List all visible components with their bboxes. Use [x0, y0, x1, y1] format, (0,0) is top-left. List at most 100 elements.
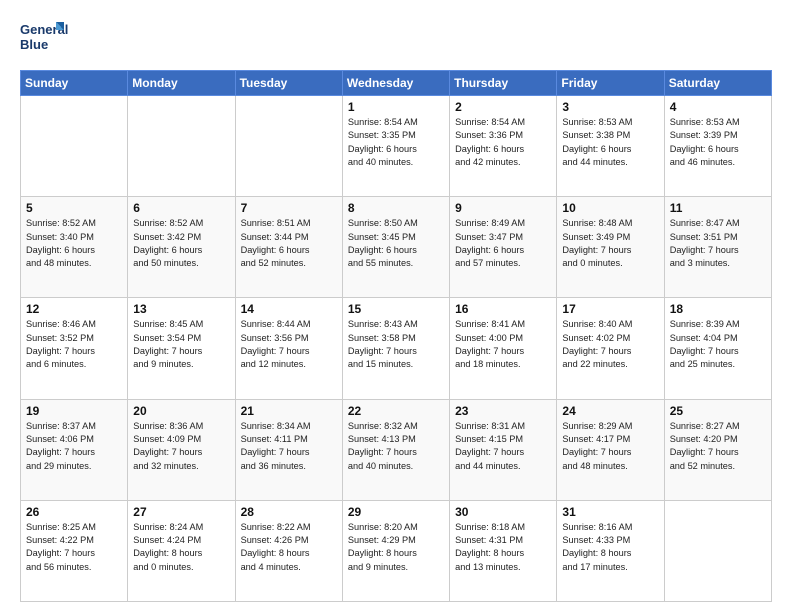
day-cell-14: 14Sunrise: 8:44 AM Sunset: 3:56 PM Dayli…: [235, 298, 342, 399]
calendar-table: SundayMondayTuesdayWednesdayThursdayFrid…: [20, 70, 772, 602]
day-cell-9: 9 Sunrise: 8:49 AM Sunset: 3:47 PM Daylig…: [450, 197, 557, 298]
logo-svg: General Blue: [20, 18, 68, 60]
day-number-17: 17: [562, 302, 658, 316]
day-info-10: Sunrise: 8:48 AM Sunset: 3:49 PM Dayligh…: [562, 217, 658, 270]
week-row-4: 19Sunrise: 8:37 AM Sunset: 4:06 PM Dayli…: [21, 399, 772, 500]
day-number-22: 22: [348, 404, 444, 418]
day-cell-29: 29 Sunrise: 8:20 AM Sunset: 4:29 PM Dayli…: [342, 500, 449, 601]
day-info-5: Sunrise: 8:52 AM Sunset: 3:40 PM Dayligh…: [26, 217, 122, 270]
day-info-15: Sunrise: 8:43 AM Sunset: 3:58 PM Dayligh…: [348, 318, 444, 371]
day-info-26: Sunrise: 8:25 AM Sunset: 4:22 PM Dayligh…: [26, 521, 122, 574]
day-cell-5: 5 Sunrise: 8:52 AM Sunset: 3:40 PM Daylig…: [21, 197, 128, 298]
day-number-9: 9: [455, 201, 551, 215]
day-number-13: 13: [133, 302, 229, 316]
day-cell-4: 4Sunrise: 8:53 AM Sunset: 3:39 PM Daylig…: [664, 96, 771, 197]
day-info-3: Sunrise: 8:53 AM Sunset: 3:38 PM Dayligh…: [562, 116, 658, 169]
day-number-8: 8: [348, 201, 444, 215]
day-info-21: Sunrise: 8:34 AM Sunset: 4:11 PM Dayligh…: [241, 420, 337, 473]
day-cell-12: 12Sunrise: 8:46 AM Sunset: 3:52 PM Dayli…: [21, 298, 128, 399]
day-number-3: 3: [562, 100, 658, 114]
day-number-23: 23: [455, 404, 551, 418]
day-number-10: 10: [562, 201, 658, 215]
weekday-header-friday: Friday: [557, 71, 664, 96]
day-info-7: Sunrise: 8:51 AM Sunset: 3:44 PM Dayligh…: [241, 217, 337, 270]
day-cell-16: 16 Sunrise: 8:41 AM Sunset: 4:00 PM Dayli…: [450, 298, 557, 399]
day-info-31: Sunrise: 8:16 AM Sunset: 4:33 PM Dayligh…: [562, 521, 658, 574]
day-info-24: Sunrise: 8:29 AM Sunset: 4:17 PM Dayligh…: [562, 420, 658, 473]
weekday-header-thursday: Thursday: [450, 71, 557, 96]
day-cell-empty: [128, 96, 235, 197]
day-number-24: 24: [562, 404, 658, 418]
day-info-22: Sunrise: 8:32 AM Sunset: 4:13 PM Dayligh…: [348, 420, 444, 473]
day-cell-8: 8 Sunrise: 8:50 AM Sunset: 3:45 PM Daylig…: [342, 197, 449, 298]
weekday-header-sunday: Sunday: [21, 71, 128, 96]
day-info-27: Sunrise: 8:24 AM Sunset: 4:24 PM Dayligh…: [133, 521, 229, 574]
day-info-1: Sunrise: 8:54 AM Sunset: 3:35 PM Dayligh…: [348, 116, 444, 169]
day-number-31: 31: [562, 505, 658, 519]
day-cell-17: 17Sunrise: 8:40 AM Sunset: 4:02 PM Dayli…: [557, 298, 664, 399]
day-cell-31: 31 Sunrise: 8:16 AM Sunset: 4:33 PM Dayli…: [557, 500, 664, 601]
day-cell-27: 27 Sunrise: 8:24 AM Sunset: 4:24 PM Dayli…: [128, 500, 235, 601]
day-info-29: Sunrise: 8:20 AM Sunset: 4:29 PM Dayligh…: [348, 521, 444, 574]
page: General Blue SundayMondayTuesdayWednesda…: [0, 0, 792, 612]
day-number-16: 16: [455, 302, 551, 316]
day-cell-19: 19Sunrise: 8:37 AM Sunset: 4:06 PM Dayli…: [21, 399, 128, 500]
day-info-6: Sunrise: 8:52 AM Sunset: 3:42 PM Dayligh…: [133, 217, 229, 270]
weekday-header-wednesday: Wednesday: [342, 71, 449, 96]
weekday-header-row: SundayMondayTuesdayWednesdayThursdayFrid…: [21, 71, 772, 96]
day-cell-15: 15 Sunrise: 8:43 AM Sunset: 3:58 PM Dayli…: [342, 298, 449, 399]
day-cell-7: 7 Sunrise: 8:51 AM Sunset: 3:44 PM Daylig…: [235, 197, 342, 298]
day-cell-30: 30 Sunrise: 8:18 AM Sunset: 4:31 PM Dayli…: [450, 500, 557, 601]
day-cell-empty: [664, 500, 771, 601]
day-number-21: 21: [241, 404, 337, 418]
day-cell-20: 20 Sunrise: 8:36 AM Sunset: 4:09 PM Dayli…: [128, 399, 235, 500]
day-number-5: 5: [26, 201, 122, 215]
day-cell-24: 24 Sunrise: 8:29 AM Sunset: 4:17 PM Dayli…: [557, 399, 664, 500]
week-row-5: 26 Sunrise: 8:25 AM Sunset: 4:22 PM Dayli…: [21, 500, 772, 601]
weekday-header-monday: Monday: [128, 71, 235, 96]
day-cell-26: 26 Sunrise: 8:25 AM Sunset: 4:22 PM Dayli…: [21, 500, 128, 601]
day-number-2: 2: [455, 100, 551, 114]
day-number-30: 30: [455, 505, 551, 519]
day-cell-empty: [235, 96, 342, 197]
day-info-2: Sunrise: 8:54 AM Sunset: 3:36 PM Dayligh…: [455, 116, 551, 169]
day-cell-2: 2 Sunrise: 8:54 AM Sunset: 3:36 PM Daylig…: [450, 96, 557, 197]
week-row-3: 12Sunrise: 8:46 AM Sunset: 3:52 PM Dayli…: [21, 298, 772, 399]
week-row-1: 1 Sunrise: 8:54 AM Sunset: 3:35 PM Daylig…: [21, 96, 772, 197]
day-number-7: 7: [241, 201, 337, 215]
day-number-27: 27: [133, 505, 229, 519]
day-number-18: 18: [670, 302, 766, 316]
day-number-26: 26: [26, 505, 122, 519]
week-row-2: 5 Sunrise: 8:52 AM Sunset: 3:40 PM Daylig…: [21, 197, 772, 298]
day-cell-21: 21 Sunrise: 8:34 AM Sunset: 4:11 PM Dayli…: [235, 399, 342, 500]
day-cell-28: 28 Sunrise: 8:22 AM Sunset: 4:26 PM Dayli…: [235, 500, 342, 601]
day-number-6: 6: [133, 201, 229, 215]
day-cell-13: 13 Sunrise: 8:45 AM Sunset: 3:54 PM Dayli…: [128, 298, 235, 399]
header: General Blue: [20, 18, 772, 60]
day-number-20: 20: [133, 404, 229, 418]
day-number-15: 15: [348, 302, 444, 316]
day-cell-23: 23 Sunrise: 8:31 AM Sunset: 4:15 PM Dayli…: [450, 399, 557, 500]
day-cell-empty: [21, 96, 128, 197]
day-info-13: Sunrise: 8:45 AM Sunset: 3:54 PM Dayligh…: [133, 318, 229, 371]
logo: General Blue: [20, 18, 68, 60]
day-info-14: Sunrise: 8:44 AM Sunset: 3:56 PM Dayligh…: [241, 318, 337, 371]
day-cell-6: 6 Sunrise: 8:52 AM Sunset: 3:42 PM Daylig…: [128, 197, 235, 298]
day-info-18: Sunrise: 8:39 AM Sunset: 4:04 PM Dayligh…: [670, 318, 766, 371]
weekday-header-saturday: Saturday: [664, 71, 771, 96]
day-info-9: Sunrise: 8:49 AM Sunset: 3:47 PM Dayligh…: [455, 217, 551, 270]
day-number-1: 1: [348, 100, 444, 114]
day-cell-3: 3 Sunrise: 8:53 AM Sunset: 3:38 PM Daylig…: [557, 96, 664, 197]
day-number-12: 12: [26, 302, 122, 316]
day-info-28: Sunrise: 8:22 AM Sunset: 4:26 PM Dayligh…: [241, 521, 337, 574]
day-info-16: Sunrise: 8:41 AM Sunset: 4:00 PM Dayligh…: [455, 318, 551, 371]
day-info-30: Sunrise: 8:18 AM Sunset: 4:31 PM Dayligh…: [455, 521, 551, 574]
day-info-23: Sunrise: 8:31 AM Sunset: 4:15 PM Dayligh…: [455, 420, 551, 473]
day-cell-11: 11Sunrise: 8:47 AM Sunset: 3:51 PM Dayli…: [664, 197, 771, 298]
day-number-29: 29: [348, 505, 444, 519]
day-number-19: 19: [26, 404, 122, 418]
day-number-28: 28: [241, 505, 337, 519]
day-cell-22: 22 Sunrise: 8:32 AM Sunset: 4:13 PM Dayli…: [342, 399, 449, 500]
day-info-20: Sunrise: 8:36 AM Sunset: 4:09 PM Dayligh…: [133, 420, 229, 473]
day-info-8: Sunrise: 8:50 AM Sunset: 3:45 PM Dayligh…: [348, 217, 444, 270]
